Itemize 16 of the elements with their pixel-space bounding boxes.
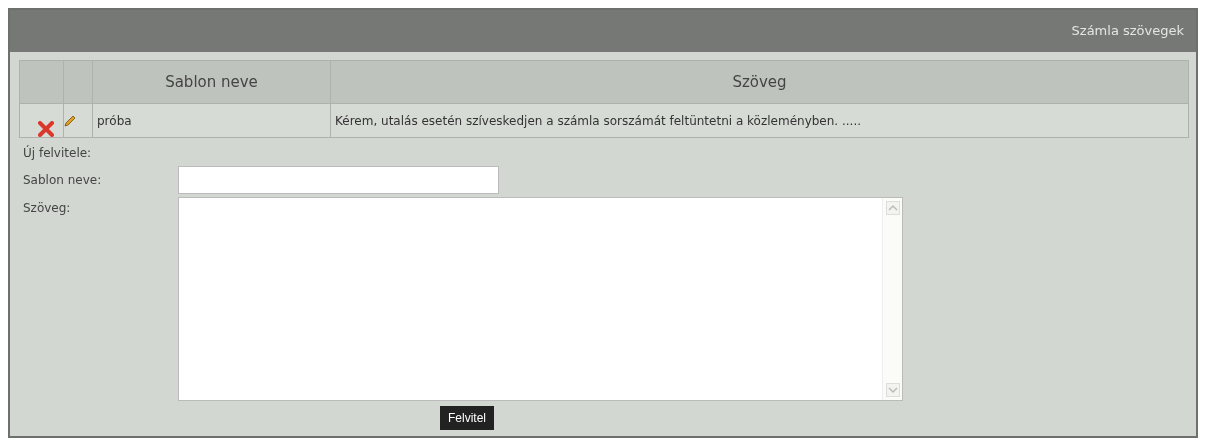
table-cell: próba — [97, 113, 132, 128]
field-label: Szöveg: — [23, 200, 72, 217]
delete-icon[interactable] — [38, 121, 54, 137]
scrollbar[interactable] — [882, 198, 902, 400]
scroll-up-icon[interactable] — [885, 201, 900, 215]
pencil-icon[interactable] — [64, 114, 76, 127]
submit-button[interactable]: Felvitel — [440, 406, 494, 430]
table-cell: Kérem, utalás esetén szíveskedjen a számla sorszámát feltüntetni a közleményben. ..... — [335, 113, 862, 128]
form-heading: Új felvitele: — [23, 144, 93, 162]
panel-title: Számla szövegek — [1071, 22, 1184, 41]
scroll-down-icon[interactable] — [885, 383, 900, 397]
input-field[interactable] — [178, 165, 499, 194]
text-area[interactable] — [178, 197, 903, 401]
column-header: Szöveg — [330, 60, 1189, 104]
field-label: Sablon neve: — [23, 171, 103, 189]
column-header: Sablon neve — [92, 60, 331, 104]
